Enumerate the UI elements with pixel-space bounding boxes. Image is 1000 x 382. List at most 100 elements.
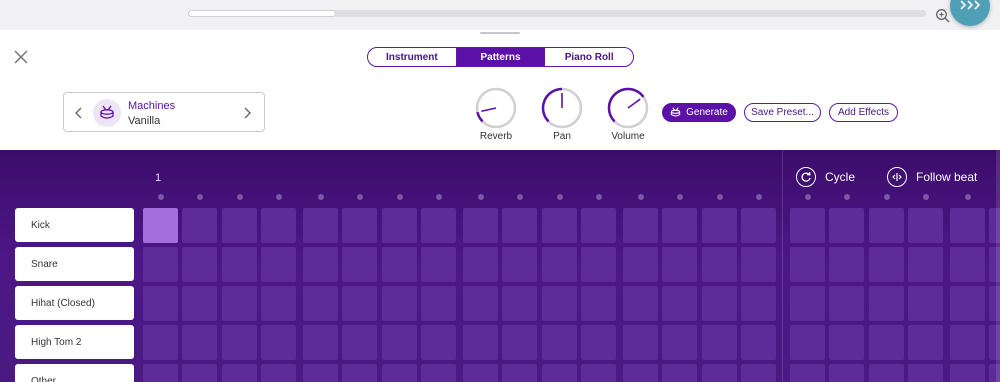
step-cell[interactable]: [143, 247, 178, 282]
step-cell[interactable]: [303, 208, 338, 243]
step-cell[interactable]: [381, 364, 417, 382]
tab-patterns[interactable]: Patterns: [456, 48, 546, 66]
step-cell[interactable]: [260, 325, 296, 360]
step-cell[interactable]: [790, 364, 825, 382]
step-cell[interactable]: [790, 286, 825, 321]
step-cell[interactable]: [381, 325, 417, 360]
step-cell[interactable]: [950, 286, 985, 321]
step-cell[interactable]: [950, 208, 985, 243]
step-cell[interactable]: [950, 364, 985, 382]
step-cell[interactable]: [950, 325, 985, 360]
step-cell[interactable]: [907, 364, 943, 382]
step-cell[interactable]: [143, 208, 178, 243]
step-cell[interactable]: [829, 208, 865, 243]
step-cell[interactable]: [907, 286, 943, 321]
step-cell[interactable]: [701, 325, 737, 360]
step-cell[interactable]: [260, 286, 296, 321]
step-cell[interactable]: [541, 286, 577, 321]
step-cell[interactable]: [502, 286, 538, 321]
step-cell[interactable]: [463, 325, 498, 360]
step-cell[interactable]: [829, 286, 865, 321]
chevron-left-icon[interactable]: [72, 105, 86, 121]
step-cell[interactable]: [541, 247, 577, 282]
step-cell[interactable]: [420, 364, 456, 382]
tab-instrument[interactable]: Instrument: [368, 48, 457, 66]
vertical-scrollbar[interactable]: [996, 150, 1000, 382]
step-cell[interactable]: [342, 325, 378, 360]
step-cell[interactable]: [381, 286, 417, 321]
step-cell[interactable]: [662, 325, 698, 360]
step-cell[interactable]: [701, 247, 737, 282]
volume-knob[interactable]: [607, 87, 649, 129]
step-cell[interactable]: [701, 286, 737, 321]
step-cell[interactable]: [463, 286, 498, 321]
step-cell[interactable]: [829, 325, 865, 360]
step-cell[interactable]: [868, 208, 904, 243]
cycle-toggle[interactable]: Cycle: [796, 167, 855, 187]
horizontal-scrollbar[interactable]: [188, 10, 926, 17]
step-cell[interactable]: [502, 208, 538, 243]
step-cell[interactable]: [303, 247, 338, 282]
step-cell[interactable]: [221, 364, 257, 382]
save-preset-button[interactable]: Save Preset...: [744, 103, 821, 122]
step-cell[interactable]: [420, 286, 456, 321]
step-cell[interactable]: [829, 364, 865, 382]
step-cell[interactable]: [342, 208, 378, 243]
step-cell[interactable]: [740, 286, 776, 321]
add-effects-button[interactable]: Add Effects: [829, 103, 898, 122]
track-label[interactable]: Kick: [15, 208, 134, 242]
step-cell[interactable]: [303, 364, 338, 382]
step-cell[interactable]: [342, 286, 378, 321]
pan-knob[interactable]: [541, 87, 583, 129]
step-cell[interactable]: [221, 286, 257, 321]
step-cell[interactable]: [182, 286, 218, 321]
step-cell[interactable]: [143, 325, 178, 360]
zoom-in-icon[interactable]: [935, 8, 951, 24]
step-cell[interactable]: [580, 286, 616, 321]
step-cell[interactable]: [790, 325, 825, 360]
step-cell[interactable]: [260, 208, 296, 243]
step-cell[interactable]: [463, 208, 498, 243]
step-cell[interactable]: [143, 364, 178, 382]
step-cell[interactable]: [303, 286, 338, 321]
step-cell[interactable]: [740, 325, 776, 360]
step-cell[interactable]: [463, 364, 498, 382]
track-label[interactable]: High Tom 2: [15, 325, 134, 359]
step-cell[interactable]: [740, 208, 776, 243]
step-cell[interactable]: [221, 325, 257, 360]
scrollbar-thumb[interactable]: [188, 10, 336, 17]
step-cell[interactable]: [868, 286, 904, 321]
step-cell[interactable]: [541, 364, 577, 382]
step-cell[interactable]: [143, 286, 178, 321]
step-cell[interactable]: [463, 247, 498, 282]
step-cell[interactable]: [541, 325, 577, 360]
step-cell[interactable]: [580, 364, 616, 382]
step-cell[interactable]: [221, 208, 257, 243]
track-label[interactable]: Other: [15, 364, 134, 382]
step-cell[interactable]: [623, 325, 658, 360]
step-cell[interactable]: [623, 286, 658, 321]
reverb-knob[interactable]: [475, 87, 517, 129]
step-cell[interactable]: [740, 364, 776, 382]
step-cell[interactable]: [260, 247, 296, 282]
step-cell[interactable]: [580, 325, 616, 360]
step-cell[interactable]: [623, 247, 658, 282]
step-cell[interactable]: [623, 364, 658, 382]
step-cell[interactable]: [502, 325, 538, 360]
step-cell[interactable]: [580, 247, 616, 282]
step-cell[interactable]: [580, 208, 616, 243]
track-label[interactable]: Snare: [15, 247, 134, 281]
step-cell[interactable]: [420, 208, 456, 243]
step-cell[interactable]: [662, 208, 698, 243]
step-cell[interactable]: [182, 208, 218, 243]
step-cell[interactable]: [829, 247, 865, 282]
step-cell[interactable]: [868, 325, 904, 360]
step-cell[interactable]: [907, 325, 943, 360]
step-cell[interactable]: [182, 325, 218, 360]
instrument-selector[interactable]: Machines Vanilla: [63, 92, 265, 132]
step-cell[interactable]: [868, 364, 904, 382]
step-cell[interactable]: [541, 208, 577, 243]
step-cell[interactable]: [221, 247, 257, 282]
step-cell[interactable]: [868, 247, 904, 282]
step-cell[interactable]: [701, 208, 737, 243]
